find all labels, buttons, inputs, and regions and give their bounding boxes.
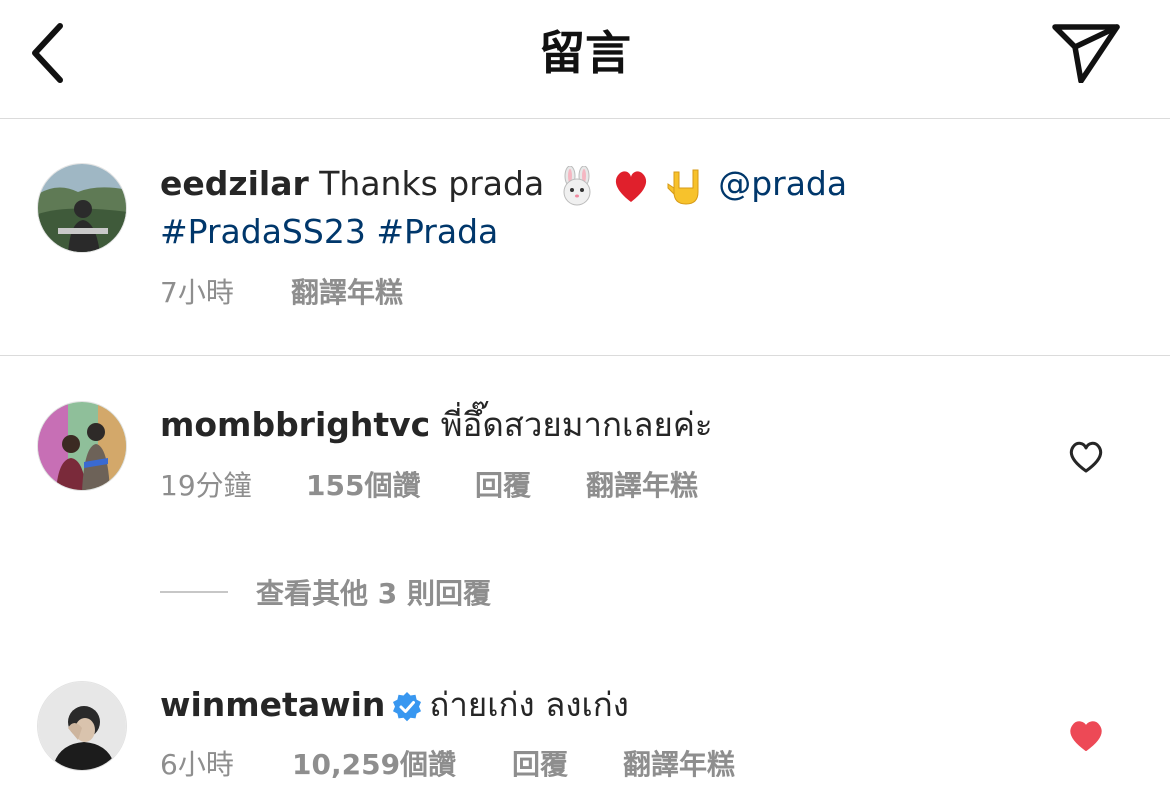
post-caption: eedzilar Thanks prada @prada #PradaSS23 … [0,119,1170,356]
avatar-photo-icon [38,402,126,490]
reply-button[interactable]: 回覆 [475,466,531,506]
comment-text: mombbrightvc พี่อึ๊ดสวยมากเลยค่ะ [160,401,1020,449]
comment-text: winmetawin ถ่ายเก่ง ลงเก่ง [160,681,1020,729]
comment-body: พี่อึ๊ดสวยมากเลยค่ะ [440,405,713,444]
heart-outline-icon[interactable] [1066,436,1106,476]
avatar[interactable] [37,401,127,491]
heart-filled-icon[interactable] [1066,715,1106,755]
comment-username[interactable]: winmetawin [160,685,385,724]
timestamp: 7小時 [160,276,234,309]
translate-button[interactable]: 翻譯年糕 [291,273,403,313]
avatar-photo-icon [38,682,126,770]
likes-count[interactable]: 10,259個讚 [292,745,456,785]
red-heart-icon [616,170,647,202]
comment-username[interactable]: mombbrightvc [160,405,430,444]
view-replies-label: 查看其他 3 則回覆 [256,577,491,610]
caption-username[interactable]: eedzilar [160,164,309,203]
comment-meta: 19分鐘 155個讚 回覆 翻譯年糕 [160,466,860,506]
timestamp: 6小時 [160,748,234,781]
divider-line [160,591,228,593]
rabbit-face-icon [563,165,591,205]
caption-meta: 7小時 翻譯年糕 [160,273,560,313]
avatar-photo-icon [38,164,126,252]
hashtag-link[interactable]: #Prada [376,212,498,251]
share-button[interactable] [1048,20,1124,86]
top-bar: 留言 [0,0,1170,119]
verified-badge-icon [393,691,422,721]
translate-button[interactable]: 翻譯年糕 [623,745,735,785]
avatar[interactable] [37,163,127,253]
mention-link[interactable]: @prada [718,164,847,203]
hashtag-link[interactable]: #PradaSS23 [160,212,366,251]
comment-meta: 6小時 10,259個讚 回覆 翻譯年糕 [160,745,860,785]
translate-button[interactable]: 翻譯年糕 [586,466,698,506]
caption-text: eedzilar Thanks prada @prada #PradaSS23 … [160,160,920,256]
love-you-gesture-icon [667,169,699,205]
view-replies-button[interactable]: 查看其他 3 則回覆 [160,572,491,612]
page-title: 留言 [539,26,631,80]
likes-count[interactable]: 155個讚 [306,466,420,506]
timestamp: 19分鐘 [160,469,252,502]
avatar[interactable] [37,681,127,771]
caption-body: Thanks prada [319,164,545,203]
reply-button[interactable]: 回覆 [512,745,568,785]
paper-plane-icon [1052,24,1120,83]
comment-body: ถ่ายเก่ง ลงเก่ง [429,685,629,724]
